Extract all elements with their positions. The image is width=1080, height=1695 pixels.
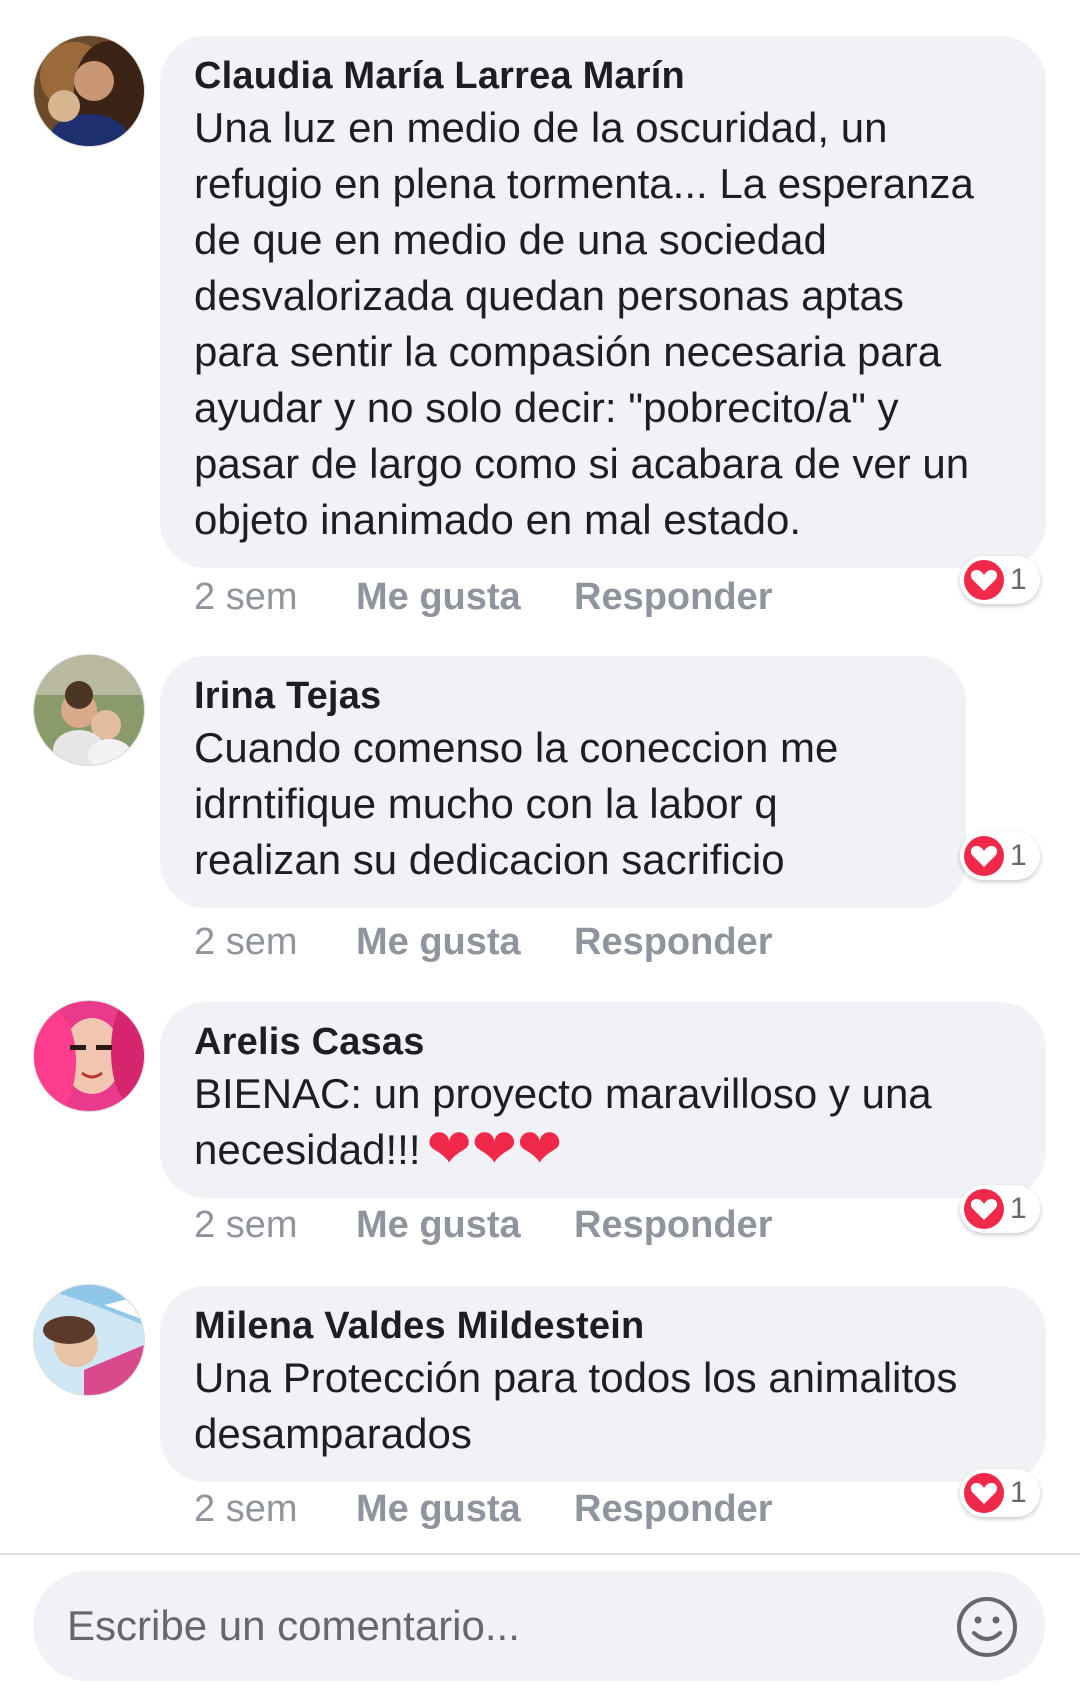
reaction-badge[interactable]: 1 bbox=[960, 1185, 1040, 1233]
heart-icon bbox=[964, 1189, 1004, 1229]
comment-actions: 2 sem Me gusta Responder bbox=[194, 575, 772, 619]
heart-icon bbox=[964, 560, 1004, 600]
comment-author[interactable]: Milena Valdes Mildestein bbox=[194, 1302, 1012, 1350]
comment-bubble: Claudia María Larrea Marín Una luz en me… bbox=[160, 36, 1046, 568]
comment-timestamp[interactable]: 2 sem bbox=[194, 920, 356, 964]
comment-timestamp[interactable]: 2 sem bbox=[194, 1203, 356, 1247]
like-button[interactable]: Me gusta bbox=[356, 1487, 574, 1531]
comment-composer[interactable] bbox=[33, 1571, 1045, 1681]
comment-author[interactable]: Claudia María Larrea Marín bbox=[194, 52, 1012, 100]
comment-text: Una luz en medio de la oscuridad, un ref… bbox=[194, 104, 974, 543]
like-button[interactable]: Me gusta bbox=[356, 920, 574, 964]
red-hearts-emoji: ❤❤❤ bbox=[426, 1117, 563, 1181]
comment-timestamp[interactable]: 2 sem bbox=[194, 575, 356, 619]
reply-button[interactable]: Responder bbox=[574, 920, 772, 964]
comment-actions: 2 sem Me gusta Responder bbox=[194, 1203, 772, 1247]
reaction-count: 1 bbox=[1010, 563, 1027, 596]
divider bbox=[0, 1553, 1080, 1555]
reply-button[interactable]: Responder bbox=[574, 1487, 772, 1531]
comment-text-body: BIENAC: un proyecto maravilloso y una ne… bbox=[194, 1070, 932, 1173]
heart-icon bbox=[964, 836, 1004, 876]
comment-author[interactable]: Irina Tejas bbox=[194, 672, 932, 720]
smiley-icon[interactable] bbox=[955, 1595, 1019, 1659]
reaction-badge[interactable]: 1 bbox=[960, 832, 1040, 880]
reaction-count: 1 bbox=[1010, 839, 1027, 872]
comment-input[interactable] bbox=[67, 1602, 927, 1650]
reply-button[interactable]: Responder bbox=[574, 575, 772, 619]
avatar[interactable] bbox=[33, 35, 145, 147]
reaction-count: 1 bbox=[1010, 1192, 1027, 1225]
comment-bubble: Milena Valdes Mildestein Una Protección … bbox=[160, 1286, 1046, 1482]
comment-bubble: Irina Tejas Cuando comenso la coneccion … bbox=[160, 656, 966, 908]
reply-button[interactable]: Responder bbox=[574, 1203, 772, 1247]
avatar[interactable] bbox=[33, 1000, 145, 1112]
like-button[interactable]: Me gusta bbox=[356, 1203, 574, 1247]
comment-actions: 2 sem Me gusta Responder bbox=[194, 1487, 772, 1531]
avatar[interactable] bbox=[33, 1284, 145, 1396]
reaction-badge[interactable]: 1 bbox=[960, 1469, 1040, 1517]
comment-author[interactable]: Arelis Casas bbox=[194, 1018, 1012, 1066]
avatar[interactable] bbox=[33, 654, 145, 766]
comment-text: Cuando comenso la coneccion me idrntifiq… bbox=[194, 724, 839, 883]
like-button[interactable]: Me gusta bbox=[356, 575, 574, 619]
comment-bubble: Arelis Casas BIENAC: un proyecto maravil… bbox=[160, 1002, 1046, 1198]
reaction-count: 1 bbox=[1010, 1476, 1027, 1509]
comment-text: BIENAC: un proyecto maravilloso y una ne… bbox=[194, 1066, 1012, 1181]
heart-icon bbox=[964, 1473, 1004, 1513]
comment-text: Una Protección para todos los animalitos… bbox=[194, 1354, 958, 1457]
comment-actions: 2 sem Me gusta Responder bbox=[194, 920, 772, 964]
reaction-badge[interactable]: 1 bbox=[960, 556, 1040, 604]
comment-timestamp[interactable]: 2 sem bbox=[194, 1487, 356, 1531]
